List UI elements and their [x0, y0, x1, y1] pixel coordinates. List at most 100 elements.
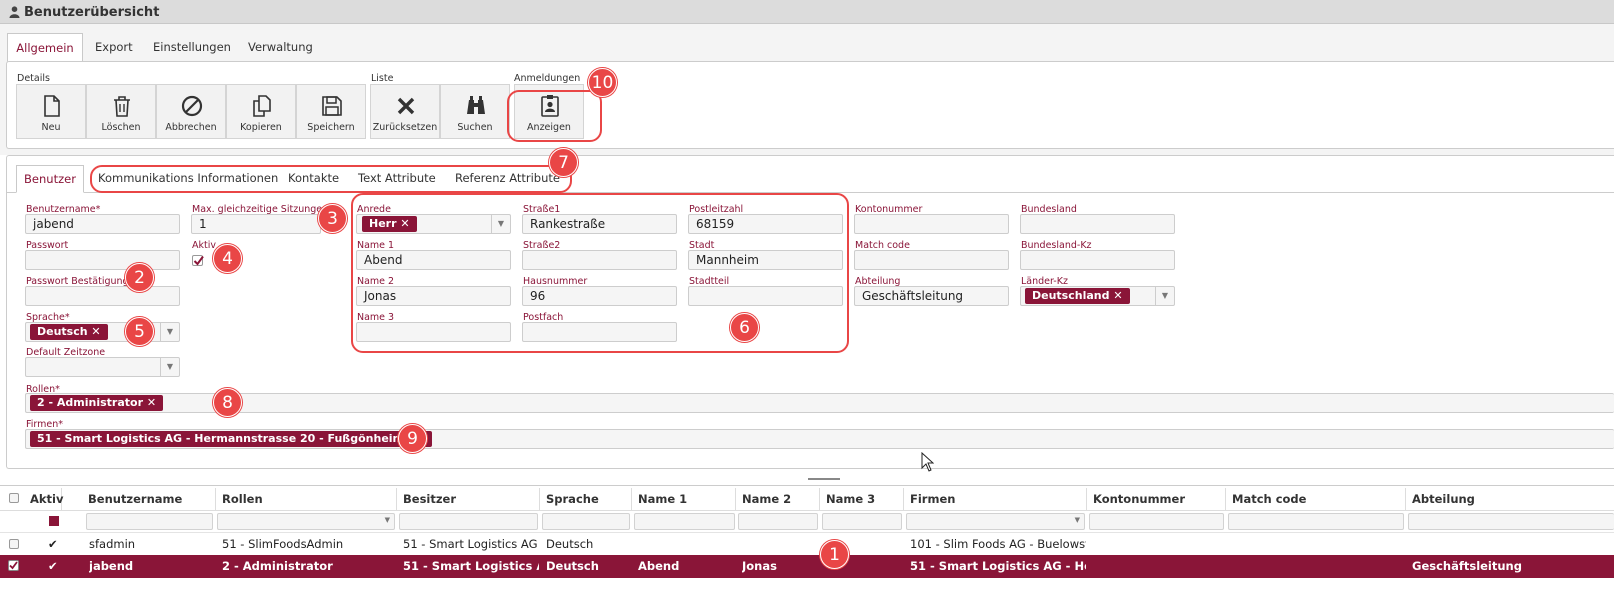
firmen-cell: 101 - Slim Foods AG - Buelowst...: [910, 537, 1086, 551]
passwort-input[interactable]: [25, 250, 180, 270]
col-rollen[interactable]: Rollen: [216, 488, 397, 510]
table-row-selected[interactable]: ✔ jabend 2 - Administrator 51 - Smart Lo…: [0, 555, 1614, 578]
name3-input[interactable]: [356, 322, 511, 342]
suchen-button[interactable]: Suchen: [440, 84, 510, 139]
dropdown-arrow-icon[interactable]: ▼: [1155, 286, 1174, 306]
col-abteilung[interactable]: Abteilung: [1406, 488, 1614, 510]
filter-firmen[interactable]: ▼: [906, 513, 1085, 530]
aktiv-cell: ✔: [48, 559, 58, 573]
passwort-bestaetigung-input[interactable]: [25, 286, 180, 306]
filter-sprache[interactable]: [542, 513, 630, 530]
callout-8: 8: [213, 388, 242, 417]
firmen-chip: 51 - Smart Logistics AG - Hermannstrasse…: [30, 431, 433, 447]
group-label-liste: Liste: [371, 73, 394, 84]
filter-besitzer[interactable]: [399, 513, 538, 530]
benutzername-input[interactable]: jabend: [25, 214, 180, 234]
postfach-input[interactable]: [522, 322, 677, 342]
tab-allgemein[interactable]: Allgemein: [7, 33, 83, 62]
aktiv-filter-toggle[interactable]: [49, 516, 59, 526]
filter-name2[interactable]: [738, 513, 818, 530]
rollen-chip: 2 - Administrator ✕: [30, 395, 164, 411]
splitter-handle[interactable]: [808, 478, 840, 480]
col-firmen[interactable]: Firmen: [904, 488, 1087, 510]
sprache-cell: Deutsch: [546, 559, 599, 573]
default-zeitzone-select[interactable]: ▼: [25, 357, 180, 377]
dropdown-arrow-icon[interactable]: ▼: [160, 322, 179, 342]
dropdown-arrow-icon[interactable]: ▼: [1075, 516, 1080, 524]
row-checkbox[interactable]: [8, 560, 19, 571]
tab-einstellungen[interactable]: Einstellungen: [153, 33, 231, 62]
besitzer-cell: 51 - Smart Logistics AG: [403, 559, 539, 573]
laender-kz-select[interactable]: Deutschland ✕ ▼: [1020, 286, 1175, 306]
check-icon: [193, 255, 204, 266]
sprache-select[interactable]: Deutsch ✕ ▼: [25, 322, 180, 342]
kontonummer-input[interactable]: [854, 214, 1009, 234]
laender-kz-chip: Deutschland ✕: [1025, 288, 1130, 304]
row-checkbox[interactable]: [9, 539, 19, 549]
name1-input[interactable]: Abend: [356, 250, 511, 270]
save-icon: [322, 96, 342, 116]
filter-name1[interactable]: [634, 513, 735, 530]
col-match-code[interactable]: Match code: [1226, 488, 1406, 510]
tab-benutzer[interactable]: Benutzer: [16, 165, 84, 193]
suchen-label: Suchen: [457, 122, 493, 133]
filter-benutzername[interactable]: [86, 513, 213, 530]
match-code-input[interactable]: [854, 250, 1009, 270]
window-title: Benutzerübersicht: [24, 5, 160, 20]
loeschen-button[interactable]: Löschen: [86, 84, 156, 139]
rollen-select[interactable]: 2 - Administrator ✕: [25, 393, 1614, 413]
kopieren-button[interactable]: Kopieren: [226, 84, 296, 139]
strasse2-input[interactable]: [522, 250, 677, 270]
name2-input[interactable]: Jonas: [356, 286, 511, 306]
col-besitzer[interactable]: Besitzer: [397, 488, 540, 510]
col-name2[interactable]: Name 2: [736, 488, 820, 510]
tab-verwaltung[interactable]: Verwaltung: [248, 33, 313, 62]
filter-abteilung[interactable]: [1408, 513, 1614, 530]
bundesland-input[interactable]: [1020, 214, 1175, 234]
abbrechen-button[interactable]: Abbrechen: [156, 84, 226, 139]
dropdown-arrow-icon[interactable]: ▼: [491, 214, 510, 234]
col-aktiv[interactable]: Aktiv: [24, 488, 63, 510]
select-all-checkbox[interactable]: [9, 493, 19, 503]
loeschen-label: Löschen: [101, 122, 141, 133]
anrede-select[interactable]: Herr ✕ ▼: [356, 214, 511, 234]
zuruecksetzen-button[interactable]: Zurücksetzen: [370, 84, 440, 139]
col-benutzername[interactable]: Benutzername: [82, 488, 216, 510]
firmen-select[interactable]: 51 - Smart Logistics AG - Hermannstrasse…: [25, 429, 1614, 449]
stadtteil-input[interactable]: [688, 286, 843, 306]
tab-export[interactable]: Export: [95, 33, 133, 62]
filter-name3[interactable]: [822, 513, 902, 530]
title-bar: Benutzerübersicht: [0, 0, 1614, 24]
dropdown-arrow-icon[interactable]: ▼: [160, 357, 179, 377]
benutzername-cell: jabend: [89, 559, 134, 573]
speichern-button[interactable]: Speichern: [296, 84, 366, 139]
abteilung-input[interactable]: Geschäftsleitung: [854, 286, 1009, 306]
filter-match-code[interactable]: [1228, 513, 1404, 530]
callout-7: 7: [549, 148, 578, 177]
filter-rollen[interactable]: ▼: [217, 513, 395, 530]
callout-9: 9: [398, 424, 427, 453]
highlight-box-10: [507, 90, 602, 142]
table-row[interactable]: ✔ sfadmin 51 - SlimFoodsAdmin 51 - Smart…: [0, 532, 1614, 555]
sprache-cell: Deutsch: [546, 537, 594, 551]
col-name3[interactable]: Name 3: [820, 488, 904, 510]
stadt-input[interactable]: Mannheim: [688, 250, 843, 270]
max-sitzungen-input[interactable]: 1: [191, 214, 321, 234]
copy-icon: [253, 95, 271, 117]
col-sprache[interactable]: Sprache: [540, 488, 632, 510]
neu-button[interactable]: Neu: [16, 84, 86, 139]
filter-kontonummer[interactable]: [1089, 513, 1224, 530]
header-divider: [0, 510, 1614, 511]
group-label-anmeldungen: Anmeldungen: [514, 73, 581, 84]
bundesland-kz-input[interactable]: [1020, 250, 1175, 270]
postleitzahl-input[interactable]: 68159: [688, 214, 843, 234]
strasse1-input[interactable]: Rankestraße: [522, 214, 677, 234]
col-kontonummer[interactable]: Kontonummer: [1087, 488, 1226, 510]
callout-2: 2: [125, 263, 154, 292]
aktiv-checkbox[interactable]: [192, 255, 204, 266]
sprache-chip: Deutsch ✕: [30, 324, 108, 340]
hausnummer-input[interactable]: 96: [522, 286, 677, 306]
col-name1[interactable]: Name 1: [632, 488, 736, 510]
dropdown-arrow-icon[interactable]: ▼: [385, 516, 390, 524]
anrede-chip: Herr ✕: [362, 216, 417, 232]
